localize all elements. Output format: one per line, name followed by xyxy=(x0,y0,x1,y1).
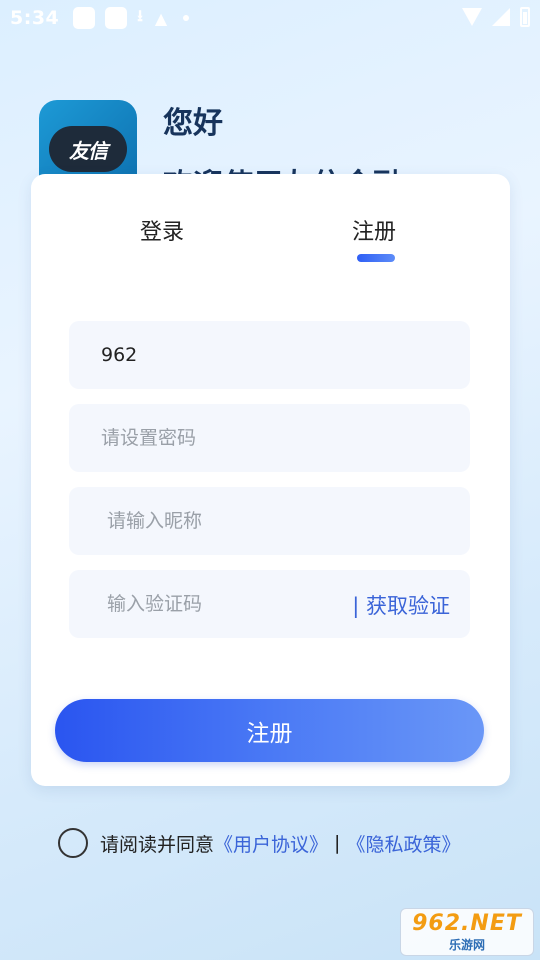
status-bar: 5:34 ⭳ ▲ xyxy=(0,0,540,36)
get-code-button[interactable]: | 获取验证 xyxy=(352,590,450,620)
verification-code-field: | 获取验证 xyxy=(69,570,470,638)
register-card: 登录 注册 | 获取验证 注册 xyxy=(31,174,510,786)
watermark-logo: 962.NET 乐游网 xyxy=(400,908,534,956)
status-right xyxy=(462,7,530,27)
android-icon: ▲ xyxy=(154,8,168,28)
watermark-bottom: 乐游网 xyxy=(448,938,485,952)
status-time: 5:34 xyxy=(10,7,60,29)
notification-box-icon xyxy=(73,7,96,29)
tab-login[interactable]: 登录 xyxy=(140,214,184,246)
notification-box-icon xyxy=(105,7,128,29)
battery-icon xyxy=(520,7,530,27)
verification-code-input[interactable] xyxy=(69,593,329,615)
agreement-checkbox[interactable] xyxy=(58,828,88,858)
privacy-policy-link[interactable]: 《隐私政策》 xyxy=(346,830,460,857)
dot-icon xyxy=(183,15,190,21)
phone-input[interactable] xyxy=(69,344,470,366)
register-button[interactable]: 注册 xyxy=(55,699,484,762)
nickname-field xyxy=(69,487,470,555)
password-field xyxy=(69,404,470,472)
signal-icon xyxy=(492,8,510,26)
user-agreement-link[interactable]: 《用户协议》 xyxy=(214,830,328,857)
download-icon: ⭳ xyxy=(137,5,143,25)
phone-field xyxy=(69,321,470,389)
agreement-row: 请阅读并同意 《用户协议》 | 《隐私政策》 xyxy=(58,828,460,858)
greeting-title: 您好 xyxy=(163,106,223,141)
watermark-top: 962.NET xyxy=(412,911,522,936)
tab-register[interactable]: 注册 xyxy=(352,214,396,246)
nickname-input[interactable] xyxy=(69,510,470,532)
agreement-prefix: 请阅读并同意 xyxy=(100,833,215,856)
wifi-icon xyxy=(462,8,482,26)
agreement-separator: | xyxy=(334,832,341,854)
logo-bubble: 友信 xyxy=(49,126,127,172)
password-input[interactable] xyxy=(69,427,470,449)
active-tab-indicator xyxy=(357,254,395,262)
